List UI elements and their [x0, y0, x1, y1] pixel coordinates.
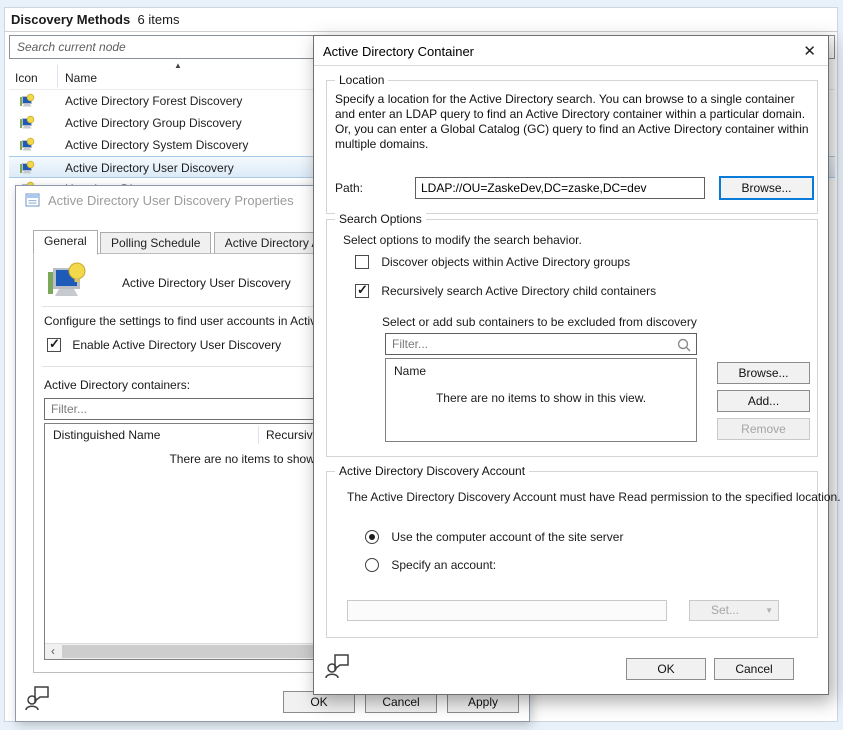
search-options-description: Select options to modify the search beha…	[343, 233, 582, 247]
column-header-icon[interactable]: Icon	[15, 71, 38, 85]
excluded-containers-list: Name There are no items to show in this …	[385, 358, 697, 442]
ok-button[interactable]: OK	[626, 658, 706, 680]
tab-heading: Active Directory User Discovery	[122, 276, 291, 290]
list-item-label: Active Directory User Discovery	[65, 161, 234, 175]
exclude-browse-button[interactable]: Browse...	[717, 362, 810, 384]
discovery-account-group-label: Active Directory Discovery Account	[335, 464, 529, 478]
use-computer-account-row: Use the computer account of the site ser…	[365, 530, 623, 544]
discovery-account-description: The Active Directory Discovery Account m…	[347, 490, 841, 504]
recursive-search-label: Recursively search Active Directory chil…	[381, 284, 656, 298]
column-name[interactable]: Name	[394, 364, 426, 378]
empty-list-message: There are no items to show in this view.	[386, 391, 696, 405]
discovery-account-group: Active Directory Discovery Account The A…	[326, 471, 818, 638]
location-group-label: Location	[335, 73, 388, 87]
properties-dialog-title: Active Directory User Discovery Properti…	[48, 193, 294, 208]
specify-account-radio[interactable]	[365, 558, 379, 572]
search-options-group-label: Search Options	[335, 212, 426, 226]
discovery-method-icon	[19, 160, 35, 176]
set-account-button[interactable]: Set... ▼	[689, 600, 779, 621]
column-divider	[258, 426, 259, 444]
column-recursive[interactable]: Recursive	[266, 428, 319, 442]
ad-container-dialog: Active Directory Container ✕ Location Sp…	[313, 35, 829, 695]
tab-general[interactable]: General	[33, 230, 98, 255]
discovery-method-large-icon	[46, 262, 90, 300]
column-distinguished-name[interactable]: Distinguished Name	[53, 428, 160, 442]
column-divider	[57, 65, 58, 87]
feedback-person-icon[interactable]	[324, 652, 352, 680]
exclude-remove-button[interactable]: Remove	[717, 418, 810, 440]
discover-groups-label: Discover objects within Active Directory…	[381, 255, 630, 269]
path-label: Path:	[335, 181, 363, 195]
ad-container-title: Active Directory Container	[323, 44, 474, 59]
window-icon	[25, 192, 41, 208]
close-icon[interactable]: ✕	[803, 42, 816, 60]
set-account-label: Set...	[711, 603, 739, 617]
specify-account-row: Specify an account:	[365, 558, 496, 572]
discovery-method-icon	[19, 93, 35, 109]
use-computer-account-radio[interactable]	[365, 530, 379, 544]
item-count: 6 items	[138, 12, 180, 27]
enable-discovery-row: ✓ Enable Active Directory User Discovery	[47, 338, 281, 352]
containers-label: Active Directory containers:	[44, 378, 190, 392]
exclude-add-button[interactable]: Add...	[717, 390, 810, 412]
enable-discovery-label: Enable Active Directory User Discovery	[72, 338, 281, 352]
exclude-filter-input[interactable]	[386, 334, 696, 354]
use-computer-account-label: Use the computer account of the site ser…	[391, 530, 623, 544]
screen: Discovery Methods 6 items Icon Name ▲ Ac…	[0, 0, 843, 730]
feedback-person-icon[interactable]	[24, 684, 52, 712]
cancel-button[interactable]: Cancel	[714, 658, 794, 680]
sort-ascending-icon[interactable]: ▲	[174, 61, 182, 70]
location-browse-button[interactable]: Browse...	[719, 176, 814, 200]
path-input[interactable]	[415, 177, 705, 199]
exclude-filter-box	[385, 333, 697, 355]
location-description: Specify a location for the Active Direct…	[335, 92, 811, 152]
location-group: Location Specify a location for the Acti…	[326, 80, 818, 214]
discovery-method-icon	[19, 115, 35, 131]
exclude-containers-label: Select or add sub containers to be exclu…	[382, 315, 697, 329]
search-icon	[676, 337, 692, 353]
search-options-group: Search Options Select options to modify …	[326, 219, 818, 457]
discover-groups-checkbox[interactable]	[355, 255, 369, 269]
recursive-search-checkbox[interactable]: ✓	[355, 284, 369, 298]
discovery-method-icon	[19, 137, 35, 153]
discover-groups-row: Discover objects within Active Directory…	[355, 255, 630, 269]
page-title: Discovery Methods	[11, 12, 130, 27]
recursive-search-row: ✓ Recursively search Active Directory ch…	[355, 284, 656, 298]
enable-discovery-checkbox[interactable]: ✓	[47, 338, 61, 352]
account-input[interactable]	[347, 600, 667, 621]
list-item-label: Active Directory Forest Discovery	[65, 94, 242, 108]
column-header-name[interactable]: Name	[65, 71, 97, 85]
scroll-left-icon[interactable]: ‹	[45, 644, 61, 659]
list-item-label: Active Directory Group Discovery	[65, 116, 242, 130]
ad-container-titlebar[interactable]: Active Directory Container ✕	[314, 36, 828, 66]
chevron-down-icon: ▼	[765, 601, 773, 620]
check-icon: ✓	[357, 282, 368, 298]
tab-polling-schedule[interactable]: Polling Schedule	[100, 232, 211, 254]
specify-account-label: Specify an account:	[391, 558, 496, 572]
pane-header: Discovery Methods 6 items	[5, 8, 837, 32]
list-item-label: Active Directory System Discovery	[65, 138, 248, 152]
check-icon: ✓	[49, 336, 60, 352]
